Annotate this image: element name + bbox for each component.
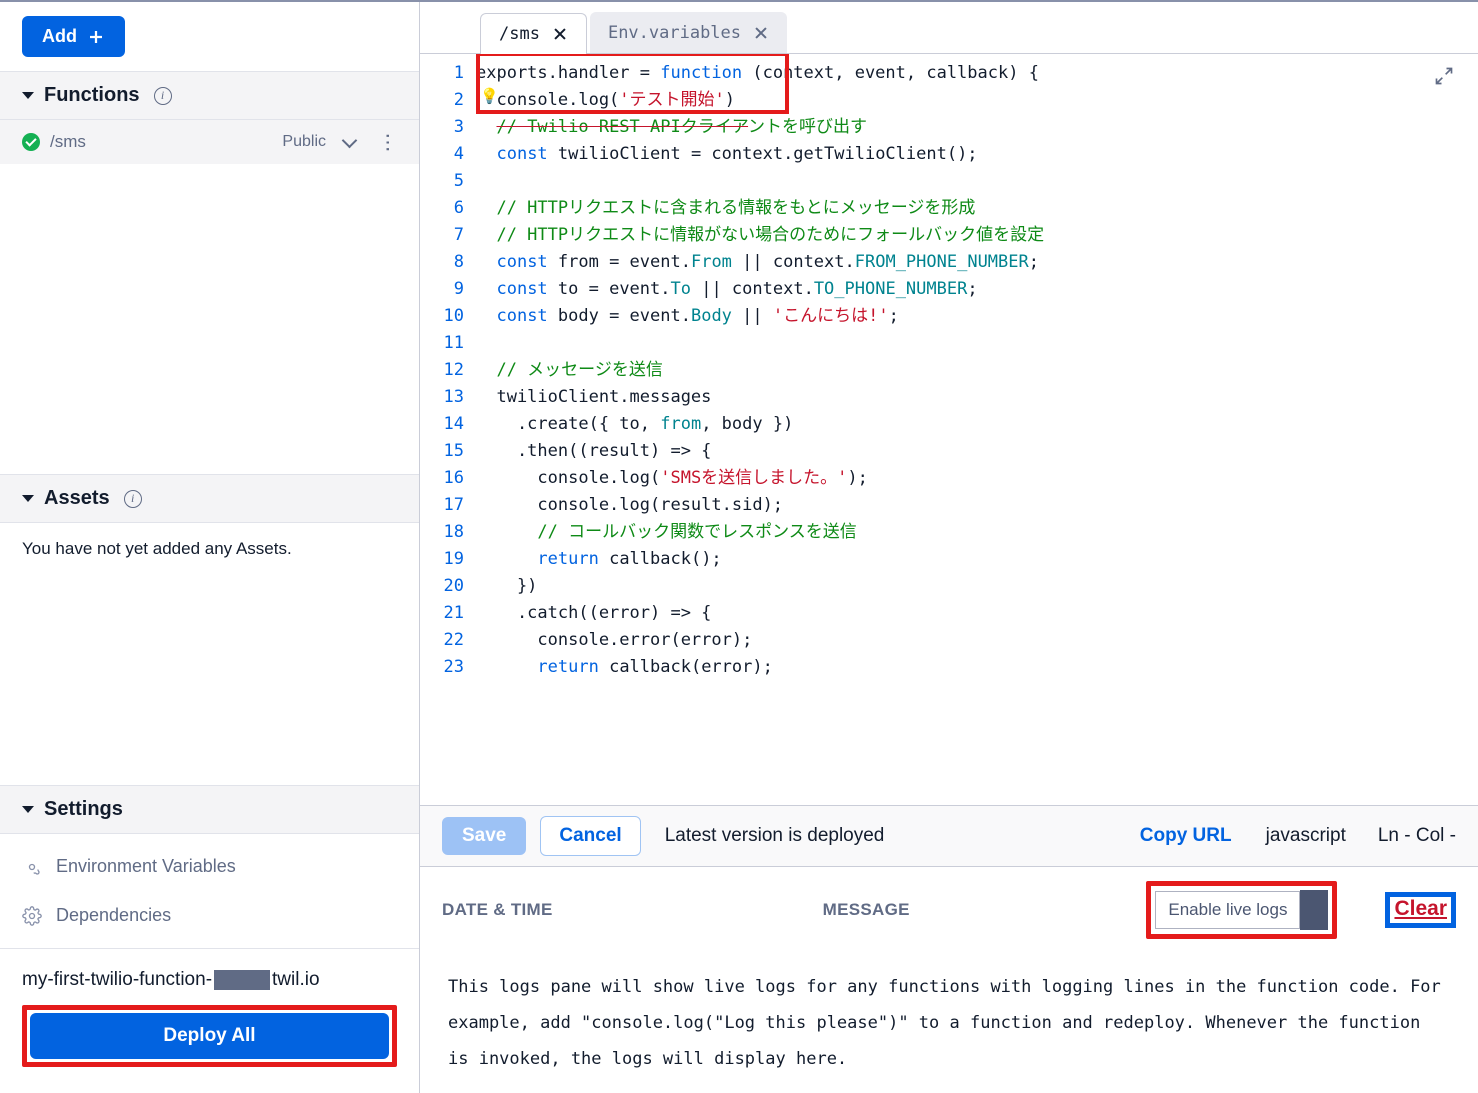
main: /sms Env.variables 123456789101112131415… [420, 2, 1478, 1093]
service-domain: my-first-twilio-function-twil.io [22, 969, 397, 991]
tab-label: Env.variables [608, 23, 741, 43]
editor-tabs: /sms Env.variables [420, 2, 1478, 54]
caret-down-icon [22, 92, 34, 99]
info-icon[interactable]: i [154, 87, 172, 105]
function-visibility: Public [282, 133, 326, 151]
clear-logs-link[interactable]: Clear [1385, 892, 1456, 928]
info-icon[interactable]: i [124, 490, 142, 508]
settings-item-env-vars[interactable]: Environment Variables [0, 842, 419, 891]
code-editor[interactable]: 1234567891011121314151617181920212223 ex… [420, 54, 1478, 805]
close-icon[interactable] [753, 25, 769, 41]
functions-body [0, 164, 419, 474]
add-button-label: Add [42, 26, 77, 47]
deploy-all-button[interactable]: Deploy All [30, 1013, 389, 1059]
domain-mask [214, 970, 270, 990]
assets-header[interactable]: Assets i [0, 474, 419, 523]
functions-title: Functions [44, 84, 140, 107]
settings-title: Settings [44, 798, 123, 821]
editor-toolbar: Save Cancel Latest version is deployed C… [420, 805, 1478, 867]
assets-empty-text: You have not yet added any Assets. [0, 523, 419, 785]
status-deployed-icon [22, 133, 40, 151]
gear-icon [22, 906, 42, 926]
caret-down-icon [22, 495, 34, 502]
close-icon[interactable] [552, 26, 568, 42]
add-row: Add [0, 2, 419, 71]
add-button[interactable]: Add [22, 16, 125, 57]
save-button[interactable]: Save [442, 817, 526, 855]
logs-body: This logs pane will show live logs for a… [420, 953, 1478, 1093]
chevron-down-icon[interactable] [344, 134, 360, 150]
language-label: javascript [1266, 825, 1346, 847]
deploy-box: my-first-twilio-function-twil.io Deploy … [0, 948, 419, 1093]
copy-url-link[interactable]: Copy URL [1140, 825, 1232, 847]
live-logs-label: Enable live logs [1155, 891, 1300, 929]
settings-header[interactable]: Settings [0, 785, 419, 834]
gear-icon [22, 857, 42, 877]
tab-sms[interactable]: /sms [480, 13, 587, 54]
plus-icon [87, 28, 105, 46]
code-content[interactable]: exports.handler = function (context, eve… [476, 54, 1478, 805]
app-root: Add Functions i /sms Public ⋯ Assets i Y… [0, 0, 1478, 1093]
settings-item-label: Environment Variables [56, 856, 236, 877]
assets-title: Assets [44, 487, 110, 510]
deploy-status: Latest version is deployed [665, 825, 885, 847]
function-item-sms[interactable]: /sms Public ⋯ [0, 120, 419, 164]
line-gutter: 1234567891011121314151617181920212223 [420, 54, 476, 805]
live-logs-toggle[interactable] [1300, 890, 1328, 930]
cursor-position: Ln - Col - [1378, 825, 1456, 847]
tab-env-variables[interactable]: Env.variables [590, 12, 787, 53]
settings-item-dependencies[interactable]: Dependencies [0, 891, 419, 940]
more-icon[interactable]: ⋯ [378, 133, 398, 152]
settings-item-label: Dependencies [56, 905, 171, 926]
logs-col-message: MESSAGE [823, 900, 910, 920]
cancel-button[interactable]: Cancel [540, 816, 640, 856]
functions-header[interactable]: Functions i [0, 71, 419, 120]
tab-label: /sms [499, 24, 540, 44]
deploy-highlight-box: Deploy All [22, 1005, 397, 1067]
settings-body: Environment Variables Dependencies [0, 834, 419, 948]
logs-col-date: DATE & TIME [442, 900, 553, 920]
function-name: /sms [50, 132, 272, 152]
domain-prefix: my-first-twilio-function- [22, 969, 212, 991]
caret-down-icon [22, 806, 34, 813]
sidebar: Add Functions i /sms Public ⋯ Assets i Y… [0, 2, 420, 1093]
expand-icon[interactable] [1434, 66, 1454, 86]
logs-header: DATE & TIME MESSAGE Enable live logs Cle… [420, 867, 1478, 953]
domain-suffix: twil.io [272, 969, 320, 991]
live-logs-highlight: Enable live logs [1146, 881, 1337, 939]
